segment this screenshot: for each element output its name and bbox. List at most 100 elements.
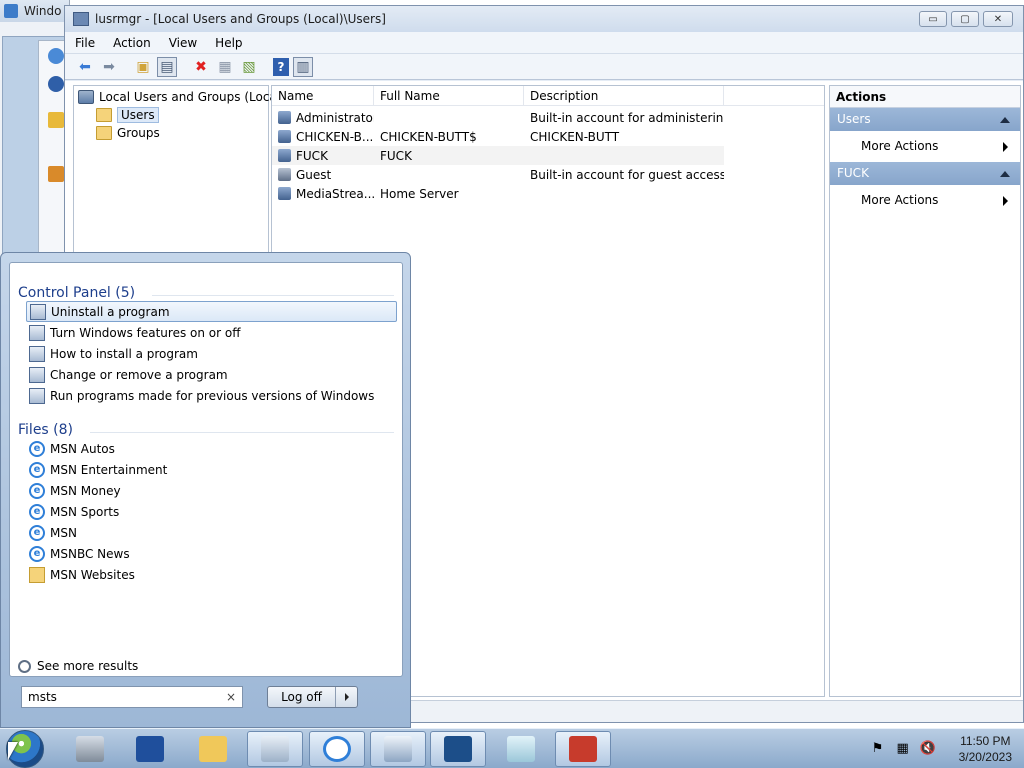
- window-titlebar[interactable]: lusrmgr - [Local Users and Groups (Local…: [65, 6, 1023, 32]
- divider: [90, 432, 394, 433]
- control-panel-heading[interactable]: Control Panel (5): [18, 285, 135, 301]
- help-icon[interactable]: ?: [273, 57, 289, 76]
- up-folder-icon[interactable]: ▣: [133, 57, 153, 77]
- clock[interactable]: 11:50 PM 3/20/2023: [959, 733, 1012, 765]
- volume-muted-icon[interactable]: 🔇: [920, 741, 936, 757]
- result-change-remove-program[interactable]: Change or remove a program: [26, 364, 397, 385]
- menu-view[interactable]: View: [169, 36, 197, 50]
- forward-arrow-icon[interactable]: ➡: [99, 57, 119, 77]
- column-header-name[interactable]: Name: [272, 86, 374, 105]
- search-value: msts: [28, 690, 57, 704]
- minimize-button[interactable]: ▭: [919, 11, 947, 27]
- toolbar-separator: [123, 57, 129, 77]
- clock-time: 11:50 PM: [960, 734, 1011, 748]
- control-panel-icon: [29, 366, 45, 383]
- clear-search-icon[interactable]: ×: [226, 687, 236, 707]
- powershell-icon[interactable]: [122, 731, 178, 767]
- ie-icon: e: [29, 545, 45, 562]
- result-install-program[interactable]: How to install a program: [26, 343, 397, 364]
- actions-pane: Actions Users More Actions FUCK More Act…: [829, 85, 1021, 697]
- result-uninstall-program[interactable]: Uninstall a program: [26, 301, 397, 322]
- performance-monitor-icon[interactable]: [430, 731, 486, 767]
- result-label: MSNBC News: [50, 546, 130, 561]
- table-row-selected[interactable]: FUCK FUCK: [272, 146, 724, 165]
- shutdown-options-button[interactable]: [336, 687, 357, 707]
- actions-section-selected-user[interactable]: FUCK: [830, 162, 1020, 185]
- export-list-icon[interactable]: ▧: [239, 57, 259, 77]
- back-arrow-icon[interactable]: ⬅: [75, 57, 95, 77]
- log-off-label[interactable]: Log off: [268, 687, 336, 707]
- result-label: MSN: [50, 525, 77, 540]
- taskbar: ⚑ ▦ 🔇 11:50 PM 3/20/2023: [0, 728, 1024, 768]
- search-results-panel: Control Panel (5) Uninstall a program Tu…: [9, 262, 403, 677]
- log-off-button[interactable]: Log off: [267, 686, 358, 708]
- favorites-star-icon[interactable]: [48, 112, 64, 128]
- back-icon[interactable]: [48, 76, 64, 92]
- see-more-results[interactable]: See more results: [18, 659, 138, 673]
- maximize-button[interactable]: ▢: [951, 11, 979, 27]
- collapse-up-icon[interactable]: [1000, 171, 1010, 177]
- result-msn-autos[interactable]: e MSN Autos: [26, 438, 397, 459]
- result-windows-features[interactable]: Turn Windows features on or off: [26, 322, 397, 343]
- more-actions-users[interactable]: More Actions: [830, 131, 1020, 162]
- result-msn-sports[interactable]: e MSN Sports: [26, 501, 397, 522]
- menu-help[interactable]: Help: [215, 36, 242, 50]
- toolbox-icon[interactable]: [555, 731, 611, 767]
- result-msn[interactable]: e MSN: [26, 522, 397, 543]
- more-actions-selected-user[interactable]: More Actions: [830, 185, 1020, 216]
- start-search-input[interactable]: msts ×: [21, 686, 243, 708]
- collapse-up-icon[interactable]: [1000, 117, 1010, 123]
- files-heading[interactable]: Files (8): [18, 422, 73, 438]
- network-icon[interactable]: ▦: [895, 741, 911, 757]
- result-msn-websites[interactable]: MSN Websites: [26, 564, 397, 585]
- toolbar-separator: [181, 57, 187, 77]
- user-icon: [278, 149, 291, 162]
- menu-file[interactable]: File: [75, 36, 95, 50]
- properties-icon[interactable]: ▦: [215, 57, 235, 77]
- ie-icon[interactable]: [48, 48, 64, 64]
- cell-name: MediaStrea...: [296, 186, 374, 201]
- menu-action[interactable]: Action: [113, 36, 151, 50]
- close-button[interactable]: ✕: [983, 11, 1013, 27]
- tree-item-groups[interactable]: Groups: [96, 124, 160, 142]
- column-header-full-name[interactable]: Full Name: [374, 86, 524, 105]
- result-msnbc-news[interactable]: e MSNBC News: [26, 543, 397, 564]
- table-row[interactable]: CHICKEN-B... CHICKEN-BUTT$ CHICKEN-BUTT: [272, 127, 824, 146]
- server-manager-icon[interactable]: [62, 731, 118, 767]
- submenu-arrow-icon: [1003, 196, 1008, 206]
- result-msn-entertainment[interactable]: e MSN Entertainment: [26, 459, 397, 480]
- ie-icon: e: [29, 482, 45, 499]
- control-panel-icon: [30, 303, 46, 320]
- result-label: MSN Money: [50, 483, 121, 498]
- tree-root[interactable]: Local Users and Groups (Local): [78, 88, 285, 106]
- table-row[interactable]: Administrator Built-in account for admin…: [272, 108, 824, 127]
- list-header: Name Full Name Description: [272, 86, 824, 106]
- chevron-right-icon: [344, 693, 349, 701]
- result-compatibility[interactable]: Run programs made for previous versions …: [26, 385, 397, 406]
- action-center-flag-icon[interactable]: ⚑: [870, 741, 886, 757]
- notepad-icon[interactable]: [493, 731, 549, 767]
- result-label: MSN Entertainment: [50, 462, 168, 477]
- result-msn-money[interactable]: e MSN Money: [26, 480, 397, 501]
- cell-name: FUCK: [296, 148, 328, 163]
- table-row[interactable]: Guest Built-in account for guest access …: [272, 165, 824, 184]
- explorer-icon[interactable]: [185, 731, 241, 767]
- show-hide-action-pane-icon[interactable]: ▥: [293, 56, 313, 77]
- background-window-titlebar[interactable]: Windo: [0, 0, 69, 22]
- folder-icon: [96, 126, 112, 140]
- mmc-app-icon: [73, 12, 89, 26]
- cell-name: Guest: [296, 167, 332, 182]
- control-panel-icon: [29, 324, 45, 341]
- task-manager-icon[interactable]: [247, 731, 303, 767]
- cell-full-name: CHICKEN-BUTT$: [380, 129, 477, 144]
- tree-item-users[interactable]: Users: [96, 106, 159, 124]
- table-row[interactable]: MediaStrea... Home Server: [272, 184, 824, 203]
- mouse-cursor: [8, 742, 18, 760]
- background-window-title: Windo: [24, 4, 62, 18]
- internet-explorer-icon[interactable]: [309, 731, 365, 767]
- actions-section-users[interactable]: Users: [830, 108, 1020, 131]
- column-header-description[interactable]: Description: [524, 86, 724, 105]
- control-panel-icon[interactable]: [370, 731, 426, 767]
- delete-icon[interactable]: ✖: [191, 57, 211, 77]
- show-hide-tree-icon[interactable]: ▤: [157, 56, 177, 77]
